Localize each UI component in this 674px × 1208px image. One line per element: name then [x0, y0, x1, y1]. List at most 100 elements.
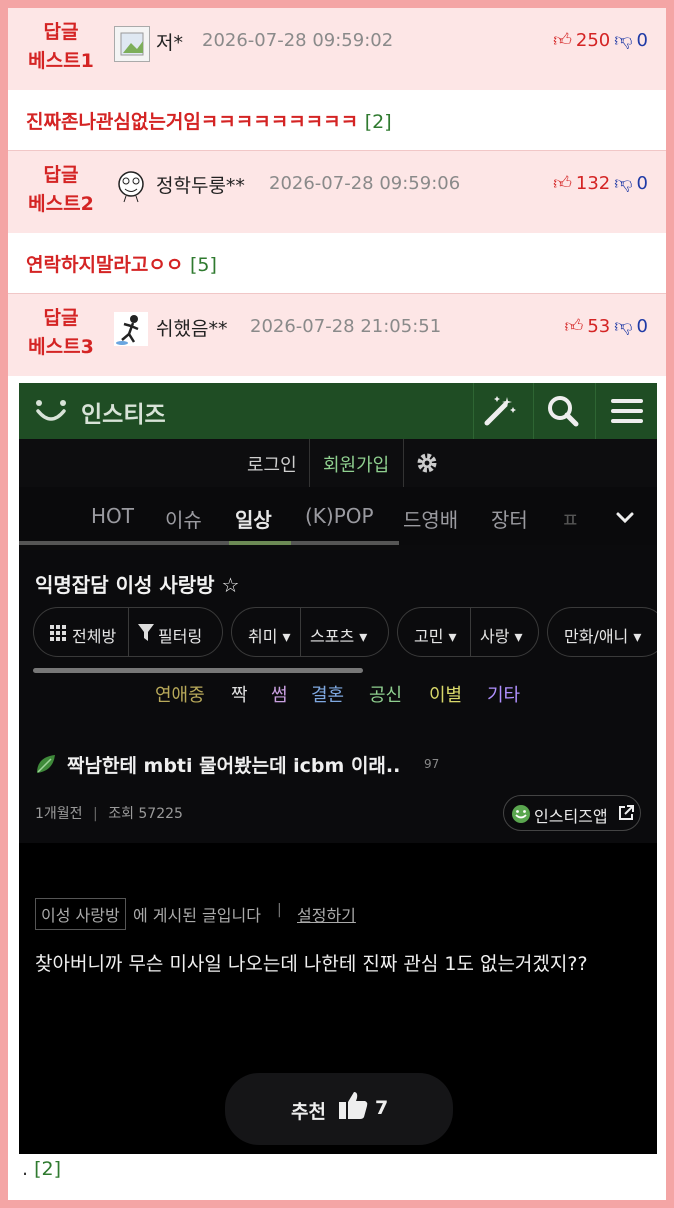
vote-box: 👍︎ 132 👎︎ 0 — [553, 172, 648, 195]
anime-dropdown[interactable]: 만화/애니 ▾ — [564, 623, 641, 647]
login-link[interactable]: 로그인 — [247, 451, 297, 477]
avatar[interactable] — [114, 312, 148, 346]
divider — [309, 439, 310, 487]
external-link-icon — [619, 805, 634, 820]
sports-dropdown[interactable]: 스포츠 ▾ — [310, 623, 367, 647]
comment-text: 진짜존나관심없는거임ㅋㅋㅋㅋㅋㅋㅋㅋㅋ — [26, 111, 359, 133]
all-rooms-button[interactable]: 전체방 — [72, 623, 116, 647]
posted-in-text: 에 게시된 글입니다 — [133, 906, 261, 925]
open-app-button[interactable]: 인스티즈앱 — [503, 795, 641, 831]
screenshot-footer: . [2] — [22, 1158, 61, 1180]
divider — [595, 383, 596, 439]
upvote-count: 53 — [587, 315, 611, 337]
subcat-marriage[interactable]: 결혼 — [311, 681, 344, 707]
vote-box: 👍︎ 250 👎︎ 0 — [553, 29, 648, 52]
upvote-count: 250 — [575, 29, 611, 51]
divider — [533, 383, 534, 439]
worry-dropdown[interactable]: 고민 ▾ — [414, 623, 457, 647]
recommend-button[interactable]: 추천 7 — [225, 1073, 453, 1145]
reply-count[interactable]: [2] — [365, 111, 392, 133]
separator: | — [277, 902, 282, 918]
post-comment-count: 97 — [424, 757, 440, 771]
tab-issue[interactable]: 이슈 — [165, 504, 202, 533]
filter-pill-group: 전체방 필터링 — [33, 607, 223, 657]
subcat-crush[interactable]: 짝 — [231, 681, 248, 707]
nickname[interactable]: 정학두룽** — [156, 171, 245, 198]
nickname[interactable]: 쉬했음** — [156, 314, 227, 341]
leaf-icon — [37, 755, 55, 773]
subcat-dating[interactable]: 연애중 — [155, 681, 205, 707]
best-comment-2-header: 답글 베스트2 정학두룽** 2026-07-28 09:59:06 👍︎ 132… — [8, 151, 666, 234]
upvote-count: 132 — [575, 172, 611, 194]
hobby-dropdown[interactable]: 취미 ▾ — [248, 623, 291, 647]
open-app-label: 인스티즈앱 — [534, 807, 608, 826]
comment-frame: 답글 베스트1 저* 2026-07-28 09:59:02 👍︎ 250 👎︎ … — [8, 8, 666, 1200]
magic-wand-icon[interactable] — [479, 391, 519, 431]
doodle-face-icon — [118, 171, 144, 203]
post-header: 짝남한테 mbti 물어봤는데 icbm 이래.. 97 1개월전 | 조회 5… — [19, 715, 657, 844]
board-tag[interactable]: 이성 사랑방 — [35, 898, 126, 930]
divider — [403, 439, 404, 487]
love-dropdown[interactable]: 사랑 ▾ — [480, 623, 523, 647]
smile-app-icon — [512, 805, 530, 823]
best-tag: 답글 베스트1 — [28, 21, 94, 72]
tab-daily[interactable]: 일상 — [235, 504, 272, 533]
thumbs-up-icon[interactable]: 👍︎ — [553, 29, 572, 51]
thumbs-up-icon[interactable]: 👍︎ — [553, 172, 572, 194]
settings-link[interactable]: 설정하기 — [297, 902, 356, 926]
tab-drama[interactable]: 드영배 — [403, 504, 458, 533]
reply-count[interactable]: [2] — [34, 1158, 61, 1180]
filter-pill-group: 취미 ▾ 스포츠 ▾ — [231, 607, 389, 657]
best-comment-3-header: 답글 베스트3 쉬했음** 2026-07-28 21:05:51 👍︎ 53 👎… — [8, 294, 666, 376]
avatar[interactable] — [114, 169, 148, 203]
tab-market[interactable]: 장터 — [491, 504, 528, 533]
broken-image-icon — [120, 32, 144, 56]
post-title[interactable]: 짝남한테 mbti 물어봤는데 icbm 이래.. — [67, 751, 400, 778]
best-comment-2-body: 연락하지말라고ㅇㅇ [5] — [8, 233, 666, 294]
comment-date: 2026-07-28 21:05:51 — [250, 316, 442, 337]
recommend-label: 추천 — [291, 1101, 326, 1123]
board-title[interactable]: 익명잡담 이성 사랑방 ☆ — [35, 569, 239, 598]
post-views: 조회 57225 — [108, 806, 183, 822]
search-icon[interactable] — [543, 391, 583, 431]
signup-link[interactable]: 회원가입 — [323, 451, 389, 477]
settings-gear-icon[interactable] — [415, 451, 439, 475]
comment-date: 2026-07-28 09:59:02 — [202, 30, 394, 51]
meta-separator: | — [93, 806, 98, 822]
site-brand[interactable]: 인스티즈 — [81, 395, 166, 429]
comment-date: 2026-07-28 09:59:06 — [269, 173, 461, 194]
best-comment-1-header: 답글 베스트1 저* 2026-07-28 09:59:02 👍︎ 250 👎︎ … — [8, 8, 666, 91]
filtering-button[interactable]: 필터링 — [158, 623, 202, 647]
post-content: 찾아버니까 무슨 미사일 나오는데 나한테 진짜 관심 1도 없는거겠지?? — [35, 953, 588, 975]
tab-hot[interactable]: HOT — [91, 504, 134, 528]
thumbs-down-icon[interactable]: 👎︎ — [614, 29, 632, 51]
smile-logo-icon — [36, 400, 66, 421]
thumbs-up-icon[interactable]: 👍︎ — [565, 315, 584, 337]
tab-kpop[interactable]: (K)POP — [305, 504, 374, 528]
recommend-count: 7 — [375, 1097, 389, 1119]
subcat-etc[interactable]: 기타 — [487, 681, 520, 707]
tab-more[interactable]: ㅍ — [561, 504, 579, 533]
category-tabs: HOT 이슈 일상 (K)POP 드영배 장터 ㅍ — [19, 487, 657, 545]
top-navbar: 인스티즈 — [19, 383, 657, 439]
thumbs-down-icon[interactable]: 👎︎ — [614, 172, 632, 194]
pill-scrollbar[interactable] — [33, 668, 363, 673]
menu-icon[interactable] — [607, 391, 647, 431]
attached-screenshot[interactable]: 인스티즈 로그인 회원가입 HOT 이슈 일상 (K)POP 드영배 장터 ㅍ — [19, 383, 657, 1154]
downvote-count: 0 — [636, 29, 648, 51]
subcat-breakup[interactable]: 이별 — [429, 681, 462, 707]
login-bar: 로그인 회원가입 — [19, 439, 657, 488]
thumbs-down-icon[interactable]: 👎︎ — [614, 315, 632, 337]
avatar[interactable] — [114, 26, 150, 62]
chevron-down-icon[interactable] — [613, 505, 637, 529]
nickname[interactable]: 저* — [156, 28, 183, 55]
divider — [473, 383, 474, 439]
subcat-gongsin[interactable]: 공신 — [369, 681, 402, 707]
best-comment-1-body: 진짜존나관심없는거임ㅋㅋㅋㅋㅋㅋㅋㅋㅋ [2] — [8, 90, 666, 151]
grid-icon — [50, 625, 66, 641]
post-meta: 1개월전 | 조회 57225 — [35, 803, 183, 823]
reply-count[interactable]: [5] — [190, 254, 217, 276]
subcat-some[interactable]: 썸 — [271, 681, 288, 707]
downvote-count: 0 — [636, 315, 648, 337]
downvote-count: 0 — [636, 172, 648, 194]
